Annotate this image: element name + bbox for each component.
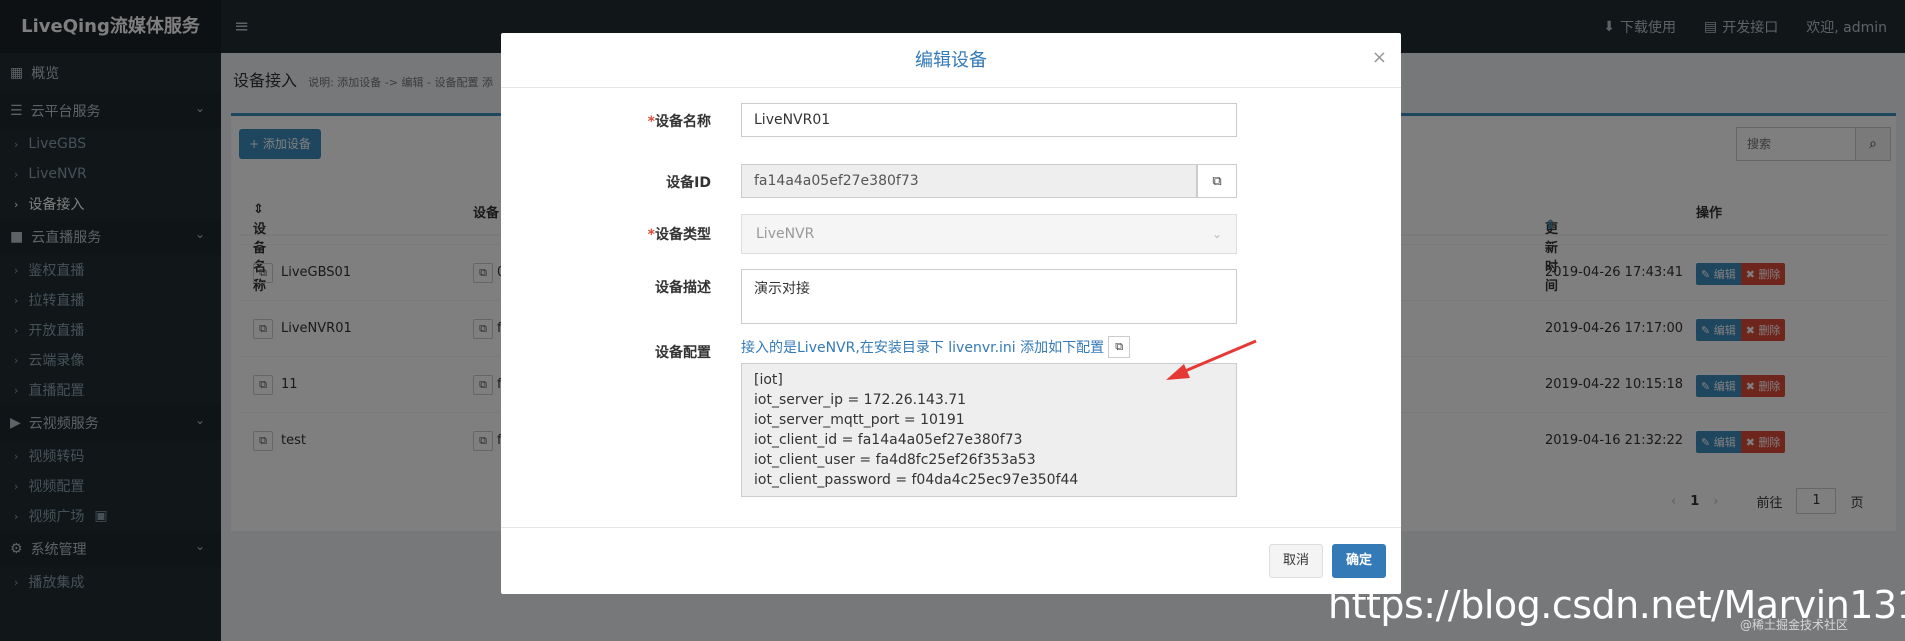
red-arrow-annotation [1166,339,1257,380]
device-name-input[interactable]: LiveNVR01 [741,103,1237,137]
copy-id-button[interactable]: ⧉ [1197,164,1237,198]
copy-icon: ⧉ [1115,340,1124,353]
copy-icon: ⧉ [1212,173,1222,189]
device-desc-textarea[interactable]: 演示对接 [741,269,1237,324]
edit-device-modal: 编辑设备 × *设备名称 LiveNVR01 设备ID fa14a4a05ef2… [501,33,1401,594]
modal-footer: 取消 确定 [501,527,1401,594]
device-name-label: *设备名称 [647,114,711,130]
device-type-label: *设备类型 [647,227,711,243]
confirm-button[interactable]: 确定 [1332,544,1386,578]
copy-config-button[interactable]: ⧉ [1108,336,1131,358]
device-config-label: 设备配置 [655,345,711,361]
device-id-input: fa14a4a05ef27e380f73 [741,164,1197,198]
modal-title: 编辑设备 [501,33,1401,88]
watermark-small-text: @稀土掘金技术社区 [1740,618,1849,632]
config-hint: 接入的是LiveNVR,在安装目录下 livenvr.ini 添加如下配置 ⧉ [741,336,1131,358]
cancel-button[interactable]: 取消 [1269,544,1323,578]
close-icon[interactable]: × [1372,47,1387,68]
device-id-label: 设备ID [666,175,711,191]
device-desc-label: 设备描述 [655,280,711,296]
config-textarea[interactable]: [iot] iot_server_ip = 172.26.143.71 iot_… [741,363,1237,497]
device-type-select: LiveNVR ⌄ [741,214,1237,254]
chevron-down-icon: ⌄ [1211,227,1222,241]
